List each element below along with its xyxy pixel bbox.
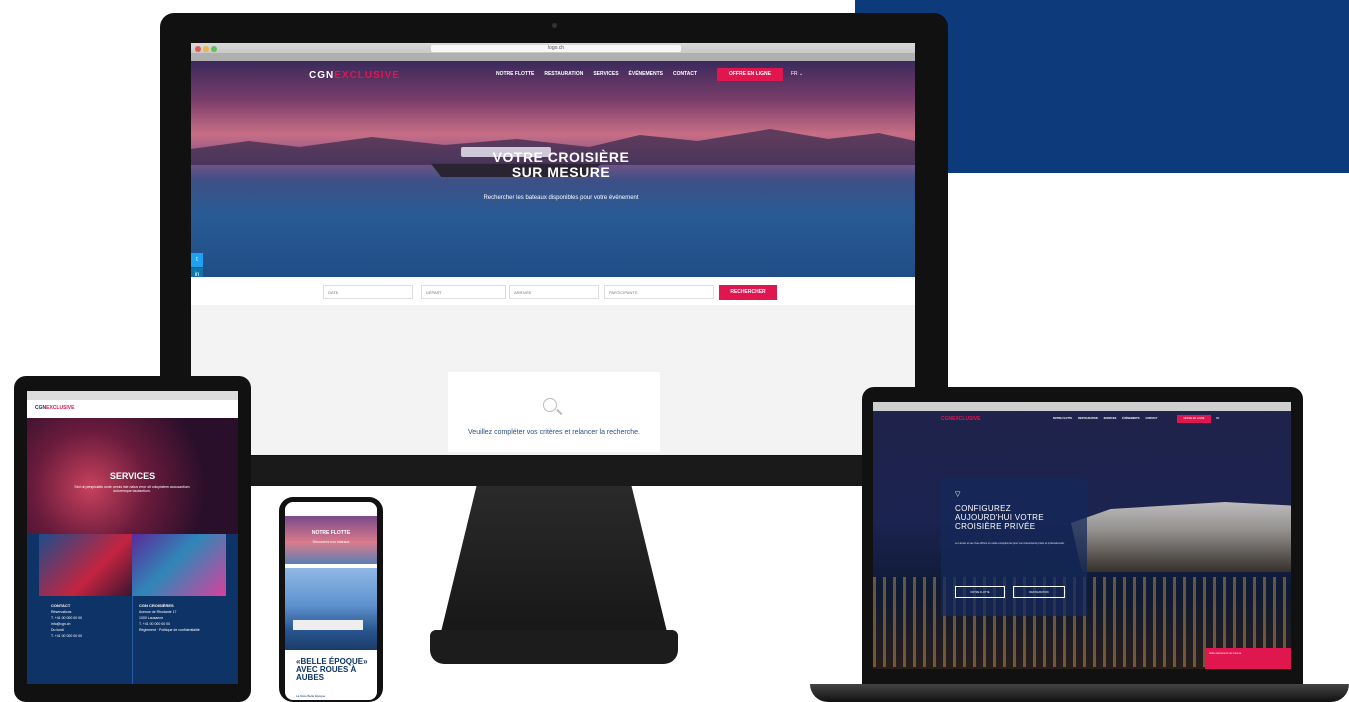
phone-card[interactable]: «BELLE ÉPOQUE» AVEC ROUES À AUBES La flo… xyxy=(292,654,368,700)
laptop-nav-item[interactable]: SERVICES xyxy=(1104,417,1117,420)
search-icon-handle xyxy=(556,408,563,415)
phone-screen: NOTRE FLOTTE Découvrez nos bateaux «BELL… xyxy=(285,502,377,700)
nav-item-restauration[interactable]: RESTAURATION xyxy=(544,71,583,77)
tablet-logo-main: CGN xyxy=(35,405,47,411)
laptop-card-title-line: CROISIÈRE PRIVÉE xyxy=(955,522,1036,531)
browser-tab-strip xyxy=(191,53,915,61)
restauration-button[interactable]: RESTAURATION xyxy=(1013,586,1065,598)
laptop-base xyxy=(810,684,1349,702)
tablet-image-party xyxy=(132,534,226,596)
search-icon xyxy=(543,398,557,412)
imac-screen: logo.ch CGNEXCLUSIVE NOTRE FLOTTE RESTAU… xyxy=(191,43,915,455)
laptop-nav-item[interactable]: RESTAURATION xyxy=(1078,417,1098,420)
phone-nav xyxy=(285,506,377,516)
tablet-description: Sed ut perspiciatis unde omnis iste natu… xyxy=(74,485,190,493)
laptop-hero-card: ▽ CONFIGUREZ AUJOURD'HUI VOTRE CROISIÈRE… xyxy=(941,478,1087,616)
imac-chin xyxy=(160,456,948,486)
laptop-logo-main: CGN xyxy=(941,416,953,422)
hero-subtitle: Rechercher les bateaux disponibles pour … xyxy=(483,195,639,201)
tablet-footer-contact: CONTACT Réservations T. +41 00 000 00 00… xyxy=(51,603,127,639)
close-window-icon[interactable] xyxy=(195,46,201,52)
logo-main: CGN xyxy=(309,70,335,81)
tablet-address-heading: CGN CROISIÈRES xyxy=(139,603,174,608)
twitter-icon[interactable]: t xyxy=(191,253,203,267)
tablet-contact-heading: CONTACT xyxy=(51,603,71,608)
phone-hero-title: NOTRE FLOTTE xyxy=(311,530,351,536)
site-logo[interactable]: CGNEXCLUSIVE xyxy=(309,70,400,81)
imac-foot xyxy=(430,630,678,664)
laptop-nav-item[interactable]: ÉVÉNEMENTS xyxy=(1122,417,1139,420)
tablet-logo-accent: EXCLUSIVE xyxy=(46,405,75,411)
tablet-title: SERVICES xyxy=(109,471,156,481)
rechercher-button[interactable]: RECHERCHER xyxy=(719,285,777,300)
imac-camera xyxy=(552,23,557,28)
hero-title-line1: VOTRE CROISIÈRE xyxy=(492,149,630,165)
arrivee-select[interactable]: ARRIVÉE xyxy=(509,285,599,299)
maximize-window-icon[interactable] xyxy=(211,46,217,52)
phone-boat xyxy=(293,620,363,630)
nav-item-services[interactable]: SERVICES xyxy=(593,71,618,77)
laptop-ship-image xyxy=(1071,502,1291,572)
imac-stand xyxy=(440,486,668,636)
laptop-logo[interactable]: CGNEXCLUSIVE xyxy=(941,416,980,422)
tablet-screen: CGNEXCLUSIVE SERVICES Sed ut perspiciati… xyxy=(27,391,238,684)
tablet-address-line[interactable]: Règlement · Politique de confidentialité xyxy=(139,627,231,633)
laptop-nav: NOTRE FLOTTE RESTAURATION SERVICES ÉVÉNE… xyxy=(1053,417,1158,420)
laptop-card-text: Le Léman et ses rives offrent un cadre e… xyxy=(955,542,1065,545)
laptop-browser-bar xyxy=(873,402,1291,411)
laptop-language-selector[interactable]: FR xyxy=(1216,417,1219,420)
phone-boat-image xyxy=(285,568,377,650)
tablet-image-concert xyxy=(39,534,132,596)
laptop-nav-item[interactable]: CONTACT xyxy=(1146,417,1158,420)
tablet-divider xyxy=(132,596,133,684)
laptop-card-title-line: AUJOURD'HUI VOTRE xyxy=(955,513,1044,522)
language-selector[interactable]: FR ⌄ xyxy=(791,71,803,77)
minimize-window-icon[interactable] xyxy=(203,46,209,52)
main-nav: NOTRE FLOTTE RESTAURATION SERVICES ÉVÉNE… xyxy=(496,71,697,77)
url-bar[interactable]: logo.ch xyxy=(431,45,681,52)
tablet-browser-bar xyxy=(27,391,238,400)
phone-hero-subtitle: Découvrez nos bateaux xyxy=(312,540,350,544)
nav-item-flotte[interactable]: NOTRE FLOTTE xyxy=(496,71,534,77)
participants-field[interactable]: PARTICIPANTS xyxy=(604,285,714,299)
logo-accent: EXCLUSIVE xyxy=(334,70,400,81)
laptop-screen: CGNEXCLUSIVE NOTRE FLOTTE RESTAURATION S… xyxy=(873,402,1291,669)
tablet-contact-line: T. +41 00 000 00 00 xyxy=(51,634,83,638)
laptop-offre-button[interactable]: OFFRE EN LIGNE xyxy=(1177,415,1211,423)
laptop-corner-banner[interactable]: Votre événement sur mesure xyxy=(1205,648,1291,669)
hero-title: VOTRE CROISIÈRE SUR MESURE xyxy=(461,150,661,180)
tablet-logo[interactable]: CGNEXCLUSIVE xyxy=(35,405,74,411)
empty-results-message: Veuillez compléter vos critères et relan… xyxy=(468,429,640,436)
notre-flotte-button[interactable]: NOTRE FLOTTE xyxy=(955,586,1005,598)
laptop-card-title-line: CONFIGUREZ xyxy=(955,504,1011,513)
offre-en-ligne-button[interactable]: OFFRE EN LIGNE xyxy=(717,68,783,81)
empty-results-card: Veuillez compléter vos critères et relan… xyxy=(448,372,660,452)
phone-card-title: «BELLE ÉPOQUE» AVEC ROUES À AUBES xyxy=(296,657,368,682)
laptop-logo-accent: EXCLUSIVE xyxy=(952,416,981,422)
phone-card-text: La flotte Belle Époque xyxy=(296,694,326,698)
hero-title-line2: SUR MESURE xyxy=(511,164,611,180)
depart-select[interactable]: DÉPART xyxy=(421,285,506,299)
nav-item-evenements[interactable]: ÉVÉNEMENTS xyxy=(629,71,663,77)
date-field[interactable]: DATE xyxy=(323,285,413,299)
nav-item-contact[interactable]: CONTACT xyxy=(673,71,697,77)
tablet-footer-address: CGN CROISIÈRES Avenue de Rhodanie 17 100… xyxy=(139,603,231,633)
laptop-card-title: CONFIGUREZ AUJOURD'HUI VOTRE CROISIÈRE P… xyxy=(955,504,1085,531)
diamond-icon: ▽ xyxy=(955,491,961,498)
laptop-nav-item[interactable]: NOTRE FLOTTE xyxy=(1053,417,1072,420)
